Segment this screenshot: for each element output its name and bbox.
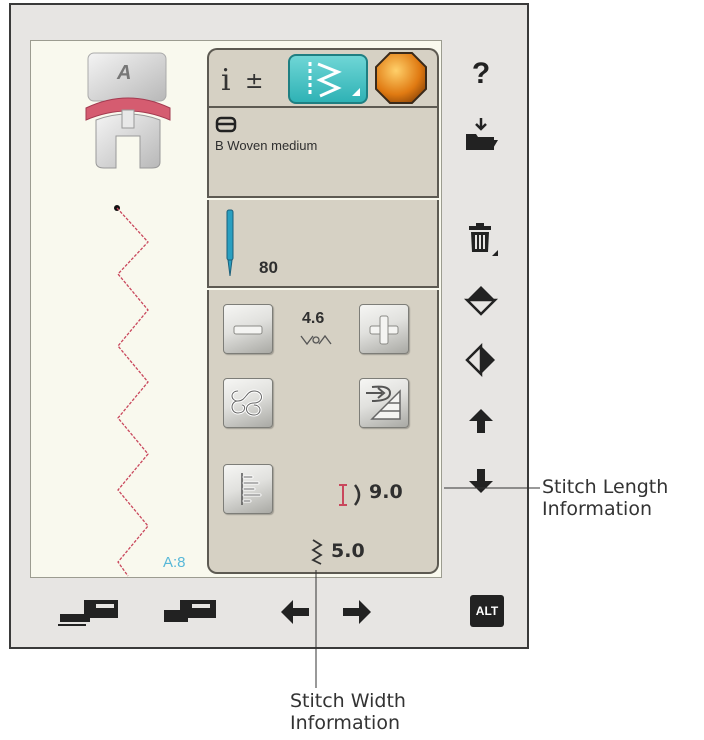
stitch-width-callout-line2: Information [290,712,400,734]
stitch-length-callout-line2: Information [542,498,652,520]
stitch-length-callout-line1: Stitch Length [542,476,669,498]
stitch-length-callout: Stitch Length Information [542,476,668,520]
callout-lines [315,487,540,688]
stitch-width-callout: Stitch Width Information [290,690,406,734]
stitch-width-callout-line1: Stitch Width [290,690,406,712]
